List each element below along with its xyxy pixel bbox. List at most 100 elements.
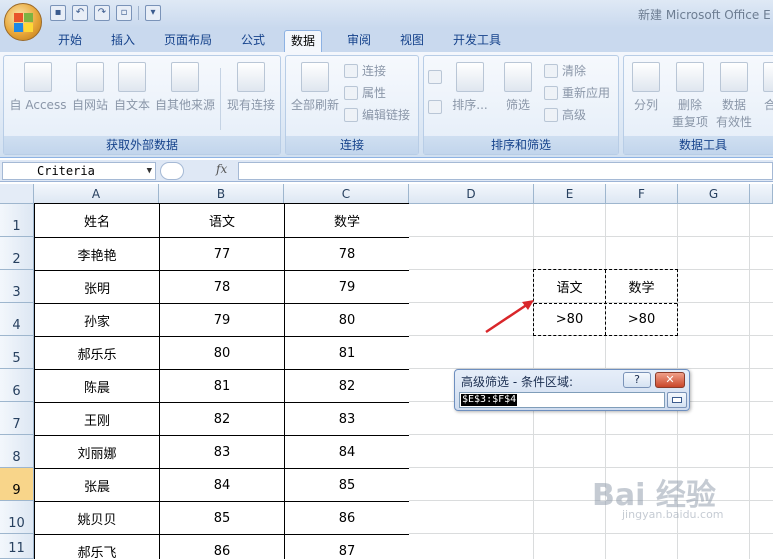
clear-button[interactable]: 清除 [544, 62, 586, 79]
table-cell[interactable]: 81 [160, 370, 285, 403]
row-header[interactable]: 10 [0, 501, 34, 534]
column-header[interactable]: A [34, 184, 159, 204]
table-cell[interactable]: 86 [160, 535, 285, 559]
existing-connections-button[interactable]: 现有连接 [224, 62, 278, 113]
row-header[interactable]: 2 [0, 237, 34, 270]
column-header[interactable]: D [409, 184, 534, 204]
tab-page-layout[interactable]: 页面布局 [158, 30, 218, 52]
print-preview-icon[interactable]: ▫ [116, 5, 132, 21]
criteria-range[interactable]: 语文 数学 >80 >80 [533, 269, 678, 336]
criteria-value-cell[interactable]: >80 [607, 304, 676, 334]
table-cell[interactable]: 张明 [35, 271, 160, 304]
column-header[interactable]: B [159, 184, 284, 204]
sort-ascending-button[interactable] [428, 70, 442, 84]
table-cell[interactable]: 陈晨 [35, 370, 160, 403]
save-icon[interactable]: ▪ [50, 5, 66, 21]
close-button[interactable]: ✕ [655, 372, 685, 388]
help-button[interactable]: ? [623, 372, 651, 388]
criteria-value-cell[interactable]: >80 [535, 304, 604, 334]
table-header-cell[interactable]: 语文 [160, 204, 285, 238]
table-cell[interactable]: 80 [285, 304, 409, 337]
table-cell[interactable]: 刘丽娜 [35, 436, 160, 469]
table-cell[interactable]: 84 [285, 436, 409, 469]
advanced-filter-button[interactable]: 高级 [544, 106, 586, 123]
row-header[interactable]: 3 [0, 270, 34, 303]
properties-button[interactable]: 属性 [344, 84, 386, 101]
remove-duplicates-button[interactable]: 删除 重复项 [670, 62, 710, 130]
tab-formulas[interactable]: 公式 [235, 30, 271, 52]
table-cell[interactable]: 84 [160, 469, 285, 502]
table-header-cell[interactable]: 姓名 [35, 204, 160, 238]
from-other-sources-button[interactable]: 自其他来源 [154, 62, 216, 113]
customize-qat-icon[interactable]: ▾ [145, 5, 161, 21]
column-header[interactable] [750, 184, 773, 204]
table-cell[interactable]: 78 [285, 238, 409, 271]
table-cell[interactable]: 85 [285, 469, 409, 502]
row-header[interactable]: 1 [0, 204, 34, 237]
tab-insert[interactable]: 插入 [105, 30, 141, 52]
table-cell[interactable]: 85 [160, 502, 285, 535]
connections-button[interactable]: 连接 [344, 62, 386, 79]
table-cell[interactable]: 79 [285, 271, 409, 304]
office-button[interactable] [4, 3, 42, 41]
row-header[interactable]: 11 [0, 534, 34, 559]
edit-links-button[interactable]: 编辑链接 [344, 106, 410, 123]
table-cell[interactable]: 王刚 [35, 403, 160, 436]
table-cell[interactable]: 张晨 [35, 469, 160, 502]
table-cell[interactable]: 79 [160, 304, 285, 337]
table-cell[interactable]: 李艳艳 [35, 238, 160, 271]
from-access-button[interactable]: 自 Access [8, 62, 68, 113]
name-box-dropdown-icon[interactable]: ▼ [147, 163, 152, 179]
row-header-selected[interactable]: 9 [0, 468, 34, 501]
tab-data[interactable]: 数据 [284, 30, 323, 52]
row-header[interactable]: 7 [0, 402, 34, 435]
criteria-header-cell[interactable]: 数学 [607, 271, 676, 302]
expand-formula-icon[interactable] [160, 162, 184, 180]
criteria-range-input[interactable]: $E$3:$F$4 [459, 392, 665, 408]
criteria-header-cell[interactable]: 语文 [535, 271, 604, 302]
table-cell[interactable]: 78 [160, 271, 285, 304]
table-cell[interactable]: 郝乐飞 [35, 535, 160, 559]
table-cell[interactable]: 郝乐乐 [35, 337, 160, 370]
table-cell[interactable]: 82 [160, 403, 285, 436]
tab-view[interactable]: 视图 [394, 30, 430, 52]
select-all-corner[interactable] [0, 184, 34, 204]
column-header[interactable]: C [284, 184, 409, 204]
row-header[interactable]: 4 [0, 303, 34, 336]
refresh-all-button[interactable]: 全部刷新 [288, 62, 342, 113]
filter-button[interactable]: 筛选 [500, 62, 536, 113]
consolidate-button[interactable]: 合 [760, 62, 773, 113]
table-cell[interactable]: 86 [285, 502, 409, 535]
data-validation-button[interactable]: 数据 有效性 [712, 62, 756, 130]
name-box[interactable]: Criteria ▼ [2, 162, 156, 180]
table-header-cell[interactable]: 数学 [285, 204, 409, 238]
table-cell[interactable]: 姚贝贝 [35, 502, 160, 535]
table-cell[interactable]: 87 [285, 535, 409, 559]
table-cell[interactable]: 82 [285, 370, 409, 403]
from-web-button[interactable]: 自网站 [70, 62, 110, 113]
redo-icon[interactable]: ↷ [94, 5, 110, 21]
sort-button[interactable]: 排序... [450, 62, 490, 113]
tab-review[interactable]: 审阅 [341, 30, 377, 52]
table-cell[interactable]: 77 [160, 238, 285, 271]
undo-icon[interactable]: ↶ [72, 5, 88, 21]
reapply-button[interactable]: 重新应用 [544, 84, 610, 101]
column-header[interactable]: F [606, 184, 678, 204]
table-cell[interactable]: 孙家 [35, 304, 160, 337]
table-cell[interactable]: 83 [285, 403, 409, 436]
formula-input[interactable] [238, 162, 773, 180]
tab-developer[interactable]: 开发工具 [447, 30, 507, 52]
column-header[interactable]: G [678, 184, 750, 204]
text-to-columns-button[interactable]: 分列 [628, 62, 664, 113]
insert-function-icon[interactable]: fx [216, 162, 227, 176]
row-header[interactable]: 5 [0, 336, 34, 369]
row-header[interactable]: 6 [0, 369, 34, 402]
from-text-button[interactable]: 自文本 [112, 62, 152, 113]
expand-dialog-button[interactable] [667, 392, 687, 408]
table-cell[interactable]: 81 [285, 337, 409, 370]
tab-home[interactable]: 开始 [52, 30, 88, 52]
table-cell[interactable]: 80 [160, 337, 285, 370]
sort-descending-button[interactable] [428, 100, 442, 114]
row-header[interactable]: 8 [0, 435, 34, 468]
table-cell[interactable]: 83 [160, 436, 285, 469]
